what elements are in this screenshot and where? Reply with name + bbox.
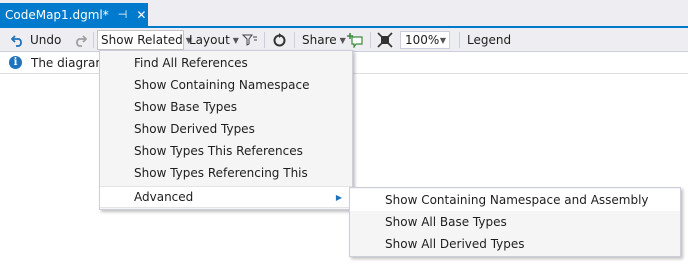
undo-icon <box>10 32 26 48</box>
show-related-menu: Find All References Show Containing Name… <box>99 50 353 210</box>
toolbar-separator <box>459 32 460 48</box>
share-button[interactable]: Share ▼ <box>302 30 346 50</box>
close-icon[interactable]: ✕ <box>136 8 146 22</box>
share-label: Share <box>302 33 337 47</box>
show-related-label: Show Related <box>101 33 183 47</box>
menu-item-show-all-base-types[interactable]: Show All Base Types <box>350 211 680 233</box>
document-tab-title: CodeMap1.dgml* <box>5 7 109 22</box>
pin-icon[interactable]: ⊣ <box>118 8 128 21</box>
advanced-submenu: Show Containing Namespace and Assembly S… <box>349 187 681 257</box>
layout-button[interactable]: Layout ▼ <box>189 30 239 50</box>
zoom-value: 100% <box>405 33 440 47</box>
menu-item-show-base-types[interactable]: Show Base Types <box>100 96 352 118</box>
toolbar-separator <box>93 32 94 48</box>
chevron-down-icon: ▼ <box>232 35 239 45</box>
document-tab-strip: CodeMap1.dgml* ⊣ ✕ <box>0 0 688 28</box>
menu-item-show-containing-namespace[interactable]: Show Containing Namespace <box>100 74 352 96</box>
redo-button[interactable] <box>72 30 88 50</box>
chevron-down-icon[interactable]: ▼ <box>440 36 446 45</box>
info-icon: i <box>9 56 22 69</box>
refresh-button[interactable] <box>271 30 287 50</box>
undo-label: Undo <box>30 33 62 47</box>
menu-item-show-all-derived-types[interactable]: Show All Derived Types <box>350 233 680 255</box>
add-comment-icon <box>347 32 363 48</box>
menu-item-show-types-this-references[interactable]: Show Types This References <box>100 140 352 162</box>
redo-icon <box>72 32 88 48</box>
submenu-arrow-icon: ▶ <box>335 192 342 202</box>
refresh-icon <box>271 32 287 48</box>
undo-button[interactable]: Undo <box>10 30 61 50</box>
toolbar-separator <box>294 32 295 48</box>
filter-icon <box>242 32 258 48</box>
add-comment-button[interactable] <box>347 30 363 50</box>
toolbar-separator <box>370 32 371 48</box>
legend-label: Legend <box>467 33 512 47</box>
zoom-fit-icon <box>377 32 393 48</box>
zoom-combobox[interactable]: 100% ▼ <box>400 31 450 49</box>
info-bar-text: The diagram <box>31 56 108 70</box>
menu-item-advanced-label: Advanced <box>134 190 194 204</box>
zoom-to-fit-button[interactable] <box>377 30 393 50</box>
show-related-button[interactable]: Show Related ▼ <box>97 30 192 50</box>
menu-item-find-all-references[interactable]: Find All References <box>100 52 352 74</box>
document-tab[interactable]: CodeMap1.dgml* ⊣ ✕ <box>0 3 148 26</box>
menu-item-show-containing-namespace-and-assembly[interactable]: Show Containing Namespace and Assembly <box>350 189 680 211</box>
chevron-down-icon: ▼ <box>339 35 346 45</box>
legend-button[interactable]: Legend <box>467 30 511 50</box>
toolbar: Undo Show Related ▼ Layout ▼ Share ▼ 100… <box>0 28 688 52</box>
menu-item-advanced[interactable]: Advanced ▶ <box>100 186 352 208</box>
layout-label: Layout <box>189 33 230 47</box>
menu-item-show-derived-types[interactable]: Show Derived Types <box>100 118 352 140</box>
menu-item-show-types-referencing-this[interactable]: Show Types Referencing This <box>100 162 352 184</box>
toolbar-separator <box>264 32 265 48</box>
filter-button[interactable] <box>242 30 258 50</box>
